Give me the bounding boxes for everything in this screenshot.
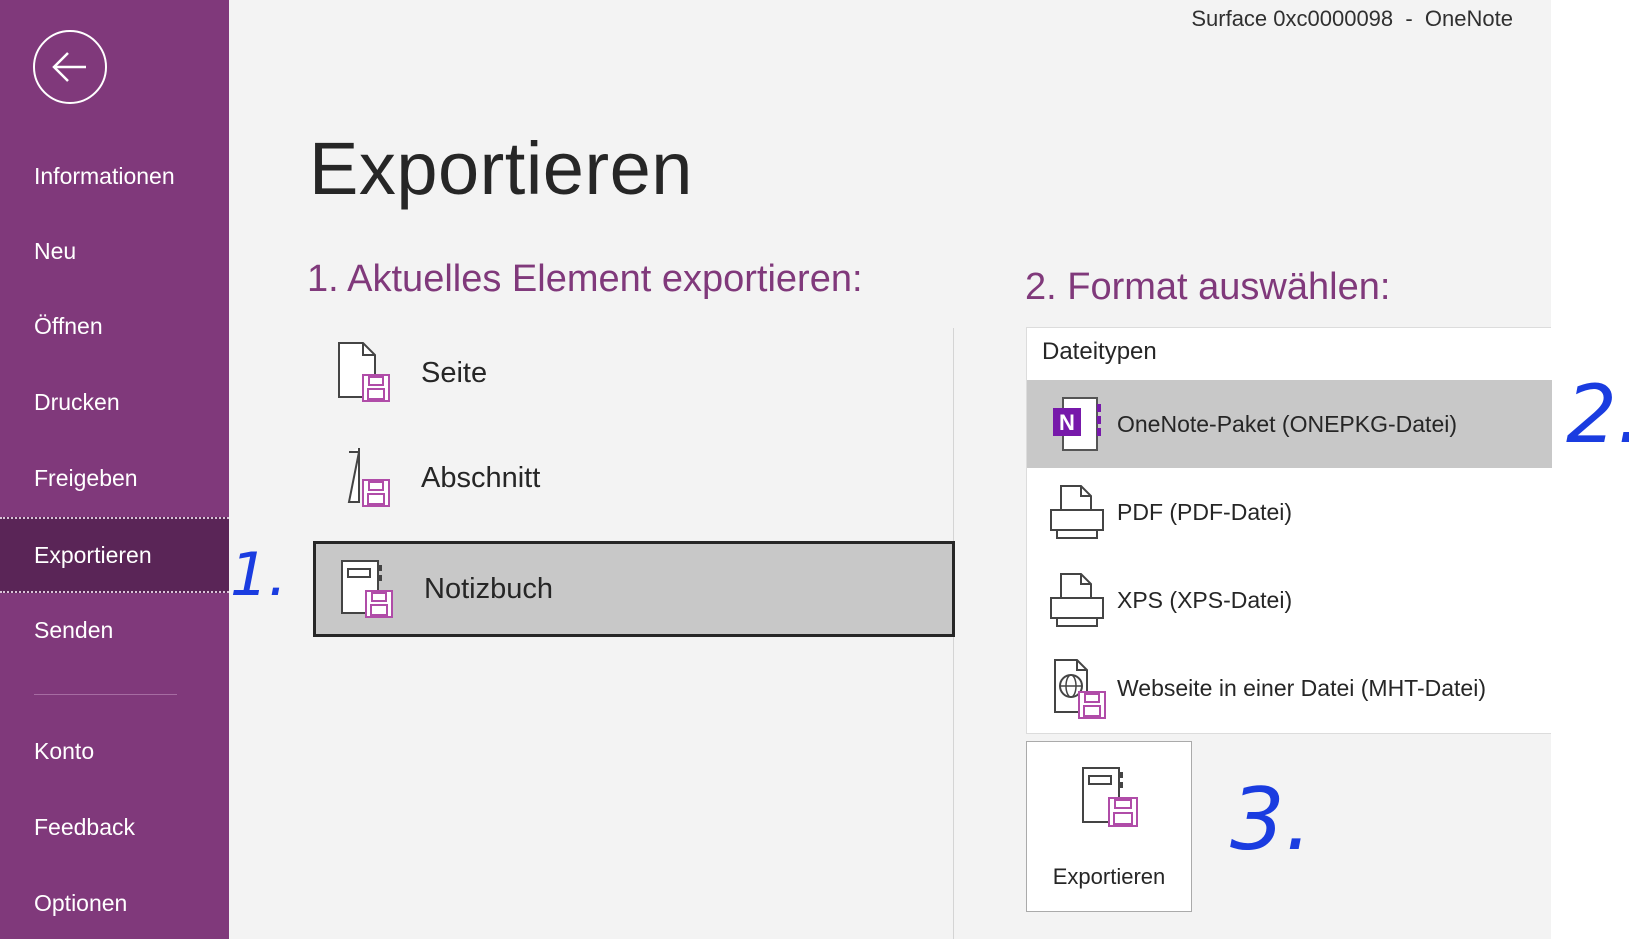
filetype-label: OneNote-Paket (ONEPKG-Datei) bbox=[1117, 410, 1458, 437]
nav-item-informationen[interactable]: Informationen bbox=[0, 140, 229, 212]
window-title: Surface 0xc0000098 - OneNote bbox=[1191, 6, 1513, 31]
page-title: Exportieren bbox=[309, 127, 693, 210]
nav-item-senden[interactable]: Senden bbox=[0, 594, 229, 666]
back-arrow-icon bbox=[52, 52, 86, 82]
filetypes-header: Dateitypen bbox=[1042, 338, 1157, 365]
notebook-save-icon bbox=[316, 549, 416, 629]
filetype-pdf[interactable]: PDF (PDF-Datei) bbox=[1027, 468, 1552, 556]
nav-item-feedback[interactable]: Feedback bbox=[0, 791, 229, 863]
printer-icon bbox=[1027, 468, 1127, 556]
nav-item-neu[interactable]: Neu bbox=[0, 215, 229, 287]
nav-item-optionen[interactable]: Optionen bbox=[0, 867, 229, 939]
section-save-icon bbox=[313, 438, 413, 518]
scope-item-abschnitt[interactable]: Abschnitt bbox=[313, 430, 953, 526]
nav-separator bbox=[34, 694, 177, 695]
back-button[interactable] bbox=[33, 30, 107, 104]
filetype-label: XPS (XPS-Datei) bbox=[1117, 586, 1293, 613]
svg-text:N: N bbox=[1059, 410, 1075, 435]
scope-heading: 1. Aktuelles Element exportieren: bbox=[307, 258, 863, 300]
nav-item-konto[interactable]: Konto bbox=[0, 715, 229, 787]
filetype-label: PDF (PDF-Datei) bbox=[1117, 498, 1293, 525]
scope-item-label: Notizbuch bbox=[424, 572, 553, 605]
annotation-step-2: 2. bbox=[1566, 368, 1629, 461]
scope-item-notizbuch[interactable]: Notizbuch bbox=[313, 541, 955, 637]
printer-icon bbox=[1027, 556, 1127, 644]
format-heading: 2. Format auswählen: bbox=[1025, 266, 1391, 308]
filetype-onepkg[interactable]: N OneNote-Paket (ONEPKG-Datei) bbox=[1027, 380, 1552, 468]
filetype-mht[interactable]: Webseite in einer Datei (MHT-Datei) bbox=[1027, 644, 1552, 732]
nav-item-exportieren[interactable]: Exportieren bbox=[0, 517, 229, 593]
annotation-step-1: 1. bbox=[230, 540, 288, 610]
onenote-package-icon: N bbox=[1027, 380, 1127, 468]
annotation-step-3: 3. bbox=[1230, 770, 1313, 870]
nav-item-drucken[interactable]: Drucken bbox=[0, 366, 229, 438]
export-button[interactable]: Exportieren bbox=[1026, 741, 1192, 912]
scope-item-label: Abschnitt bbox=[421, 461, 541, 494]
filetypes-list: Dateitypen N OneNote-Paket (ONEPKG-Datei… bbox=[1026, 327, 1552, 734]
filetype-label: Webseite in einer Datei (MHT-Datei) bbox=[1117, 674, 1486, 701]
main-content: Surface 0xc0000098 - OneNote Exportieren… bbox=[229, 0, 1552, 939]
web-page-save-icon bbox=[1027, 644, 1127, 732]
page-save-icon bbox=[313, 333, 413, 413]
export-button-label: Exportieren bbox=[1052, 864, 1166, 889]
notebook-save-icon bbox=[1077, 764, 1141, 835]
filetype-xps[interactable]: XPS (XPS-Datei) bbox=[1027, 556, 1552, 644]
backstage-sidebar: Informationen Neu Öffnen Drucken Freigeb… bbox=[0, 0, 229, 939]
scope-item-label: Seite bbox=[421, 356, 488, 389]
scope-item-seite[interactable]: Seite bbox=[313, 325, 953, 421]
nav-item-oeffnen[interactable]: Öffnen bbox=[0, 290, 229, 362]
nav-item-freigeben[interactable]: Freigeben bbox=[0, 442, 229, 514]
